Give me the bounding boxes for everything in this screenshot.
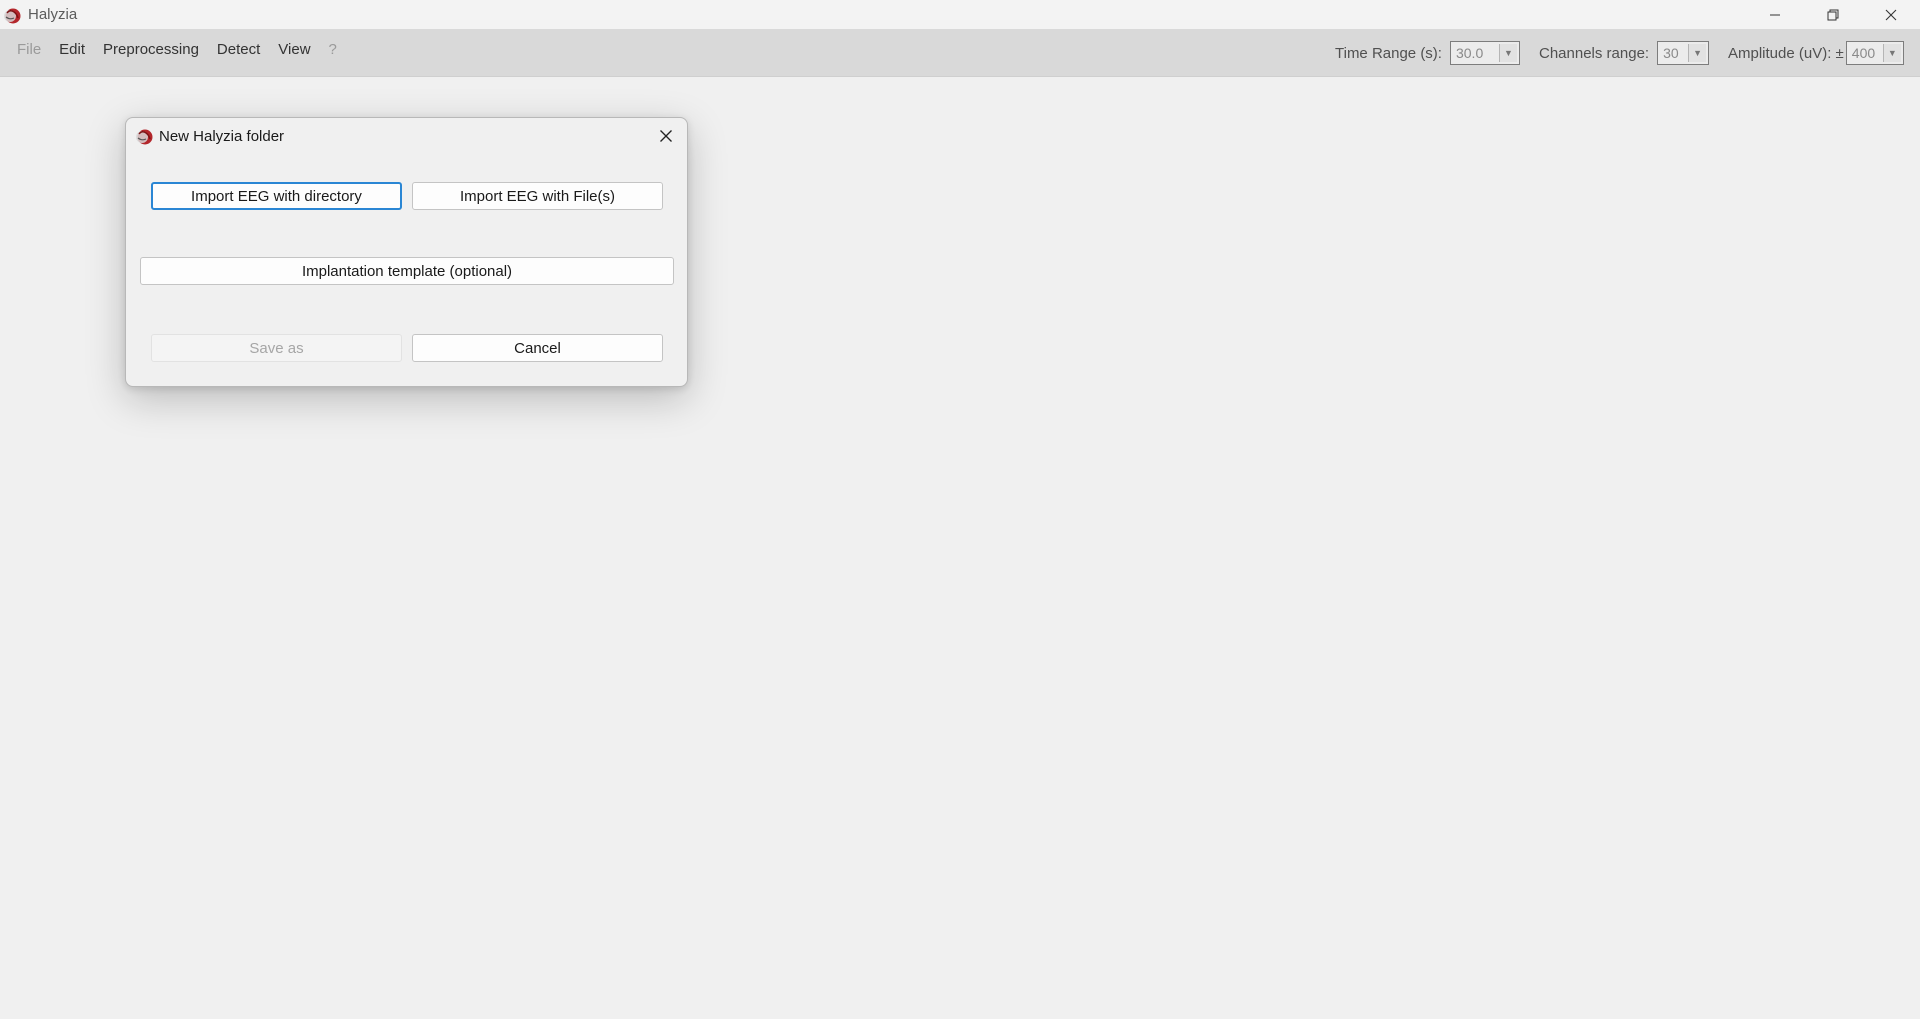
- menu-preprocessing[interactable]: Preprocessing: [94, 41, 208, 58]
- main-toolbar: File Edit Preprocessing Detect View ? Ti…: [0, 29, 1920, 77]
- time-range-label: Time Range (s):: [1335, 44, 1442, 62]
- cancel-button[interactable]: Cancel: [412, 334, 663, 362]
- dialog-title: New Halyzia folder: [159, 127, 285, 145]
- time-range-control: Time Range (s): 30.0 ▼: [1335, 41, 1520, 65]
- amplitude-control: Amplitude (uV): ± 400 ▼: [1728, 41, 1904, 65]
- amplitude-value: 400: [1851, 45, 1876, 61]
- channels-range-combo[interactable]: 30 ▼: [1657, 41, 1710, 65]
- minimize-icon[interactable]: [1746, 0, 1804, 29]
- menu-detect[interactable]: Detect: [208, 41, 269, 58]
- time-range-combo[interactable]: 30.0 ▼: [1449, 41, 1520, 65]
- channels-range-value: 30: [1663, 45, 1679, 61]
- chevron-down-icon[interactable]: ▼: [1498, 44, 1517, 62]
- channels-range-label: Channels range:: [1539, 44, 1650, 62]
- restore-icon[interactable]: [1804, 0, 1862, 29]
- menu-view[interactable]: View: [269, 41, 319, 58]
- dialog-titlebar: New Halyzia folder: [126, 118, 687, 154]
- import-eeg-directory-button[interactable]: Import EEG with directory: [151, 182, 402, 210]
- time-range-value: 30.0: [1455, 45, 1484, 61]
- new-folder-dialog: New Halyzia folder Import EEG with direc…: [125, 117, 688, 387]
- implantation-template-button[interactable]: Implantation template (optional): [140, 257, 674, 285]
- menu-edit[interactable]: Edit: [50, 41, 94, 58]
- close-icon[interactable]: [1862, 0, 1920, 29]
- window-controls: [1746, 0, 1920, 29]
- halyzia-logo-icon: [134, 126, 154, 146]
- channels-range-control: Channels range: 30 ▼: [1539, 41, 1710, 65]
- menu-file[interactable]: File: [8, 41, 50, 58]
- amplitude-label: Amplitude (uV): ±: [1728, 44, 1844, 62]
- save-as-button[interactable]: Save as: [151, 334, 402, 362]
- app-title: Halyzia: [28, 6, 78, 23]
- menu-help[interactable]: ?: [320, 41, 346, 58]
- chevron-down-icon[interactable]: ▼: [1688, 44, 1707, 62]
- halyzia-logo-icon: [2, 5, 22, 25]
- amplitude-combo[interactable]: 400 ▼: [1845, 41, 1904, 65]
- window-titlebar: Halyzia: [0, 0, 1920, 29]
- import-eeg-files-button[interactable]: Import EEG with File(s): [412, 182, 663, 210]
- chevron-down-icon[interactable]: ▼: [1882, 44, 1901, 62]
- menu-bar: File Edit Preprocessing Detect View ?: [8, 29, 346, 69]
- close-icon[interactable]: [653, 123, 679, 149]
